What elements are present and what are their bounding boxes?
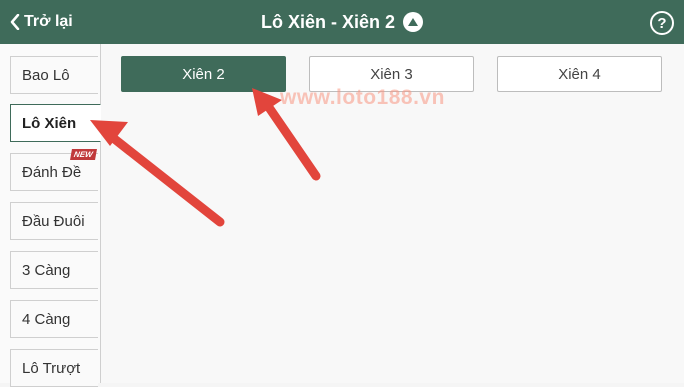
new-badge: NEW xyxy=(70,149,97,160)
sidebar-item-3-cang[interactable]: 3 Càng xyxy=(10,251,98,289)
tab-label: Xiên 4 xyxy=(558,65,601,83)
sidebar-item-danh-de[interactable]: Đánh Đề NEW xyxy=(10,149,98,191)
sidebar-item-label: 3 Càng xyxy=(22,261,71,279)
sidebar-item-bao-lo[interactable]: Bao Lô xyxy=(10,56,98,94)
sidebar-item-label: Bao Lô xyxy=(22,66,70,84)
page-title: Lô Xiên - Xiên 2 xyxy=(0,0,684,44)
help-icon-glyph: ? xyxy=(657,14,667,32)
sidebar-item-label: Đầu Đuôi xyxy=(22,212,85,230)
back-button[interactable]: Trở lại xyxy=(10,0,73,44)
help-icon[interactable]: ? xyxy=(650,11,674,35)
sidebar-item-label: Lô Xiên xyxy=(22,114,77,132)
sidebar-item-label: Đánh Đề xyxy=(22,163,82,181)
caret-up-icon[interactable] xyxy=(403,12,424,32)
tab-xien-2[interactable]: Xiên 2 xyxy=(121,56,286,92)
sidebar-item-lo-truot[interactable]: Lô Trượt xyxy=(10,349,98,387)
tab-label: Xiên 3 xyxy=(370,65,413,83)
page-title-text: Lô Xiên - Xiên 2 xyxy=(260,11,396,32)
back-label: Trở lại xyxy=(24,13,73,30)
sidebar-item-4-cang[interactable]: 4 Càng xyxy=(10,300,98,338)
watermark: www.loto188.vn xyxy=(280,86,445,109)
sidebar-item-label: 4 Càng xyxy=(22,310,71,328)
tab-xien-4[interactable]: Xiên 4 xyxy=(497,56,662,92)
top-bar: Trở lại Lô Xiên - Xiên 2 ? xyxy=(0,0,684,44)
sidebar-item-lo-xien[interactable]: Lô Xiên xyxy=(10,104,101,142)
sidebar-item-label: Lô Trượt xyxy=(22,359,81,377)
sidebar: Bao Lô Lô Xiên Đánh Đề NEW Đầu Đuôi 3 Cà… xyxy=(0,44,101,387)
tab-label: Xiên 2 xyxy=(182,65,225,83)
chevron-left-icon xyxy=(10,14,20,30)
sidebar-item-dau-duoi[interactable]: Đầu Đuôi xyxy=(10,202,98,240)
